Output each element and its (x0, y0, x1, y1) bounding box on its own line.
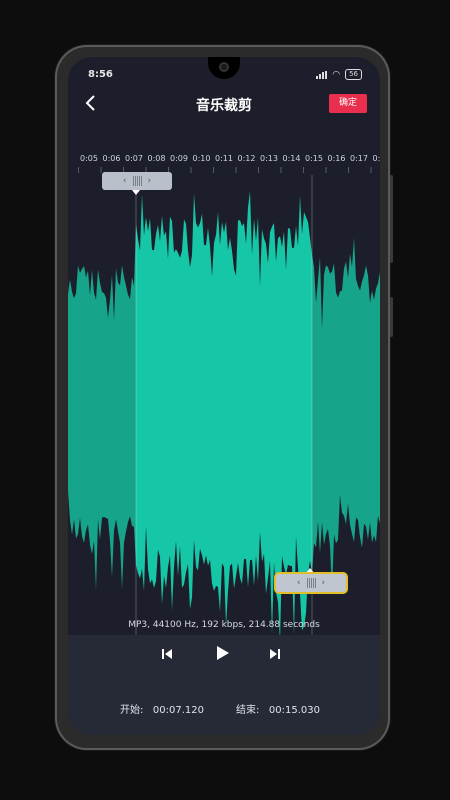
timeline-label: 0:11 (215, 154, 233, 163)
end-label: 结束: (236, 705, 260, 716)
timeline-label: 0:1 (372, 154, 381, 163)
start-value[interactable]: 00:07.120 (153, 705, 204, 716)
start-time: 开始: 00:07.120 (120, 701, 204, 716)
timeline-label: 0:13 (260, 154, 278, 163)
trim-end-marker (306, 568, 314, 573)
timeline-label: 0:08 (147, 154, 166, 163)
skip-next-icon (270, 649, 280, 659)
trim-end-handle[interactable]: ‹ › (276, 574, 346, 592)
timeline-label: 0:16 (327, 154, 346, 163)
timeline-label: 0:09 (170, 154, 188, 163)
end-value[interactable]: 00:15.030 (269, 705, 320, 716)
status-icons: ◠ 56 (316, 69, 362, 80)
timeline-label: 0:05 (80, 154, 98, 163)
arrow-right-icon: › (147, 176, 152, 186)
start-label: 开始: (120, 705, 144, 716)
grip-icon (306, 578, 316, 588)
waveform[interactable] (68, 175, 380, 635)
arrow-right-icon: › (321, 578, 326, 588)
grip-icon (132, 176, 142, 186)
battery-icon: 56 (345, 69, 362, 80)
signal-icon (316, 70, 328, 79)
app-screen: 8:56 ◠ 56 音乐裁剪 确定 0:05 0:06 0:07 0:08 0:09 0:… (68, 57, 380, 735)
waveform-region (136, 191, 312, 635)
trim-start-marker (132, 190, 140, 195)
timeline-label: 0:07 (125, 154, 143, 163)
arrow-left-icon: ‹ (296, 578, 301, 588)
waveform-region (68, 224, 136, 590)
skip-previous-icon (162, 649, 172, 659)
audio-info: MP3, 44100 Hz, 192 kbps, 214.88 seconds (128, 620, 320, 630)
waveform-region (312, 237, 380, 594)
timeline-label: 0:12 (237, 154, 256, 163)
timeline-label: 0:17 (350, 154, 368, 163)
timeline-labels: 0:05 0:06 0:07 0:08 0:09 0:10 0:11 0:12 0:13 0:14… (80, 154, 380, 166)
status-time: 8:56 (88, 69, 113, 80)
timeline-label: 0:14 (282, 154, 301, 163)
arrow-left-icon: ‹ (122, 176, 127, 186)
prev-button[interactable] (160, 647, 174, 665)
timeline-label: 0:10 (192, 154, 211, 163)
camera-notch (208, 57, 240, 79)
next-button[interactable] (268, 647, 282, 665)
end-time: 结束: 00:15.030 (236, 701, 320, 716)
phone-side-button (390, 175, 393, 263)
wifi-icon: ◠ (332, 69, 341, 80)
timeline-label: 0:06 (102, 154, 121, 163)
trim-start-handle[interactable]: ‹ › (102, 172, 172, 190)
timeline-label: 0:15 (305, 154, 323, 163)
play-icon (217, 646, 229, 660)
confirm-button[interactable]: 确定 (329, 94, 367, 113)
phone-side-button (390, 297, 393, 337)
play-button[interactable] (213, 644, 231, 667)
